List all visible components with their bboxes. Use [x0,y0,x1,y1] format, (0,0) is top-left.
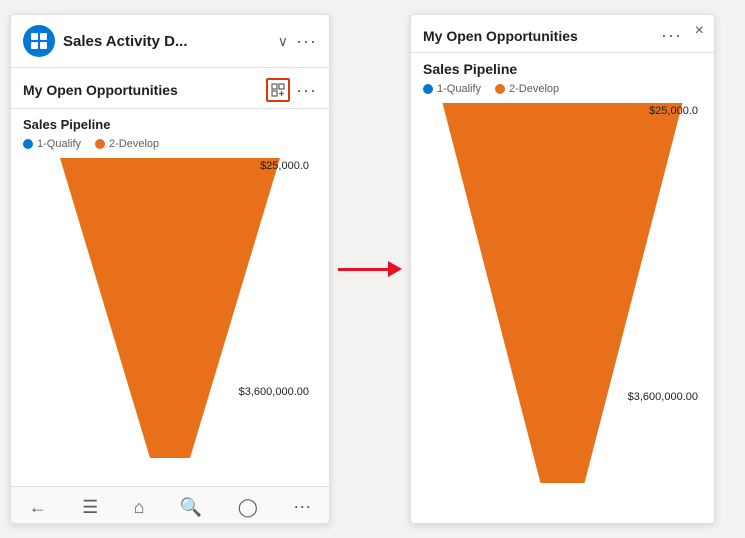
expand-button[interactable] [266,78,290,102]
expand-icon [271,83,285,97]
arrow-shaft [338,268,388,271]
left-funnel-label-bottom: $3,600,000.00 [239,386,309,398]
panel-header: Sales Activity D... ∨ ··· [11,15,329,68]
widget-actions: ··· [266,78,317,102]
right-panel-title: My Open Opportunities [423,28,578,44]
panel-title: Sales Activity D... [63,33,270,50]
chart-area: Sales Pipeline 1-Qualify 2-Develop $25,0… [11,109,329,486]
nav-activity-icon[interactable]: ◯ [238,497,258,518]
left-funnel-label-top: $25,000.0 [260,160,309,172]
nav-back-icon[interactable]: ← [29,497,47,518]
nav-more-icon[interactable]: ⋯ [293,497,311,518]
right-qualify-dot [423,84,433,94]
nav-home-icon[interactable]: ⌂ [134,497,145,518]
right-funnel-label-bottom: $3,600,000.00 [628,391,698,403]
app-logo-icon [29,31,49,51]
right-funnel-chart [423,103,702,493]
right-funnel-label-top: $25,000.0 [649,105,698,117]
left-funnel-container: $25,000.0 $3,600,000.00 [23,158,317,478]
chevron-down-icon[interactable]: ∨ [278,33,288,50]
arrow-line [338,261,402,277]
right-qualify-label: 1-Qualify [437,83,481,95]
widget-section: My Open Opportunities ··· [11,68,329,109]
right-panel: × My Open Opportunities ··· Sales Pipeli… [410,14,715,524]
app-icon [23,25,55,57]
right-chart-area: Sales Pipeline 1-Qualify 2-Develop $25,0… [411,53,714,523]
chart-subtitle: Sales Pipeline [23,117,317,132]
right-panel-more-icon[interactable]: ··· [661,25,682,46]
right-chart-subtitle: Sales Pipeline [423,61,702,77]
right-develop-dot [495,84,505,94]
right-legend: 1-Qualify 2-Develop [423,83,702,95]
legend: 1-Qualify 2-Develop [23,138,317,150]
legend-item-qualify: 1-Qualify [23,138,81,150]
widget-more-icon[interactable]: ··· [296,81,317,99]
bottom-nav: ← ☰ ⌂ 🔍 ◯ ⋯ [11,486,329,524]
right-funnel-container: $25,000.0 $3,600,000.00 [423,103,702,503]
left-funnel-chart [23,158,317,468]
arrow-head [388,261,402,277]
right-panel-header: My Open Opportunities ··· [411,15,714,53]
widget-title: My Open Opportunities [23,82,178,98]
panel-more-icon[interactable]: ··· [296,31,317,52]
expand-arrow [330,14,410,524]
develop-dot [95,139,105,149]
right-develop-label: 2-Develop [509,83,559,95]
right-legend-item-develop: 2-Develop [495,83,559,95]
develop-label: 2-Develop [109,138,159,150]
left-panel: Sales Activity D... ∨ ··· My Open Opport… [10,14,330,524]
nav-menu-icon[interactable]: ☰ [82,497,98,518]
right-legend-item-qualify: 1-Qualify [423,83,481,95]
widget-row: My Open Opportunities ··· [23,78,317,102]
close-button[interactable]: × [695,23,704,39]
qualify-label: 1-Qualify [37,138,81,150]
legend-item-develop: 2-Develop [95,138,159,150]
nav-search-icon[interactable]: 🔍 [180,497,202,518]
qualify-dot [23,139,33,149]
